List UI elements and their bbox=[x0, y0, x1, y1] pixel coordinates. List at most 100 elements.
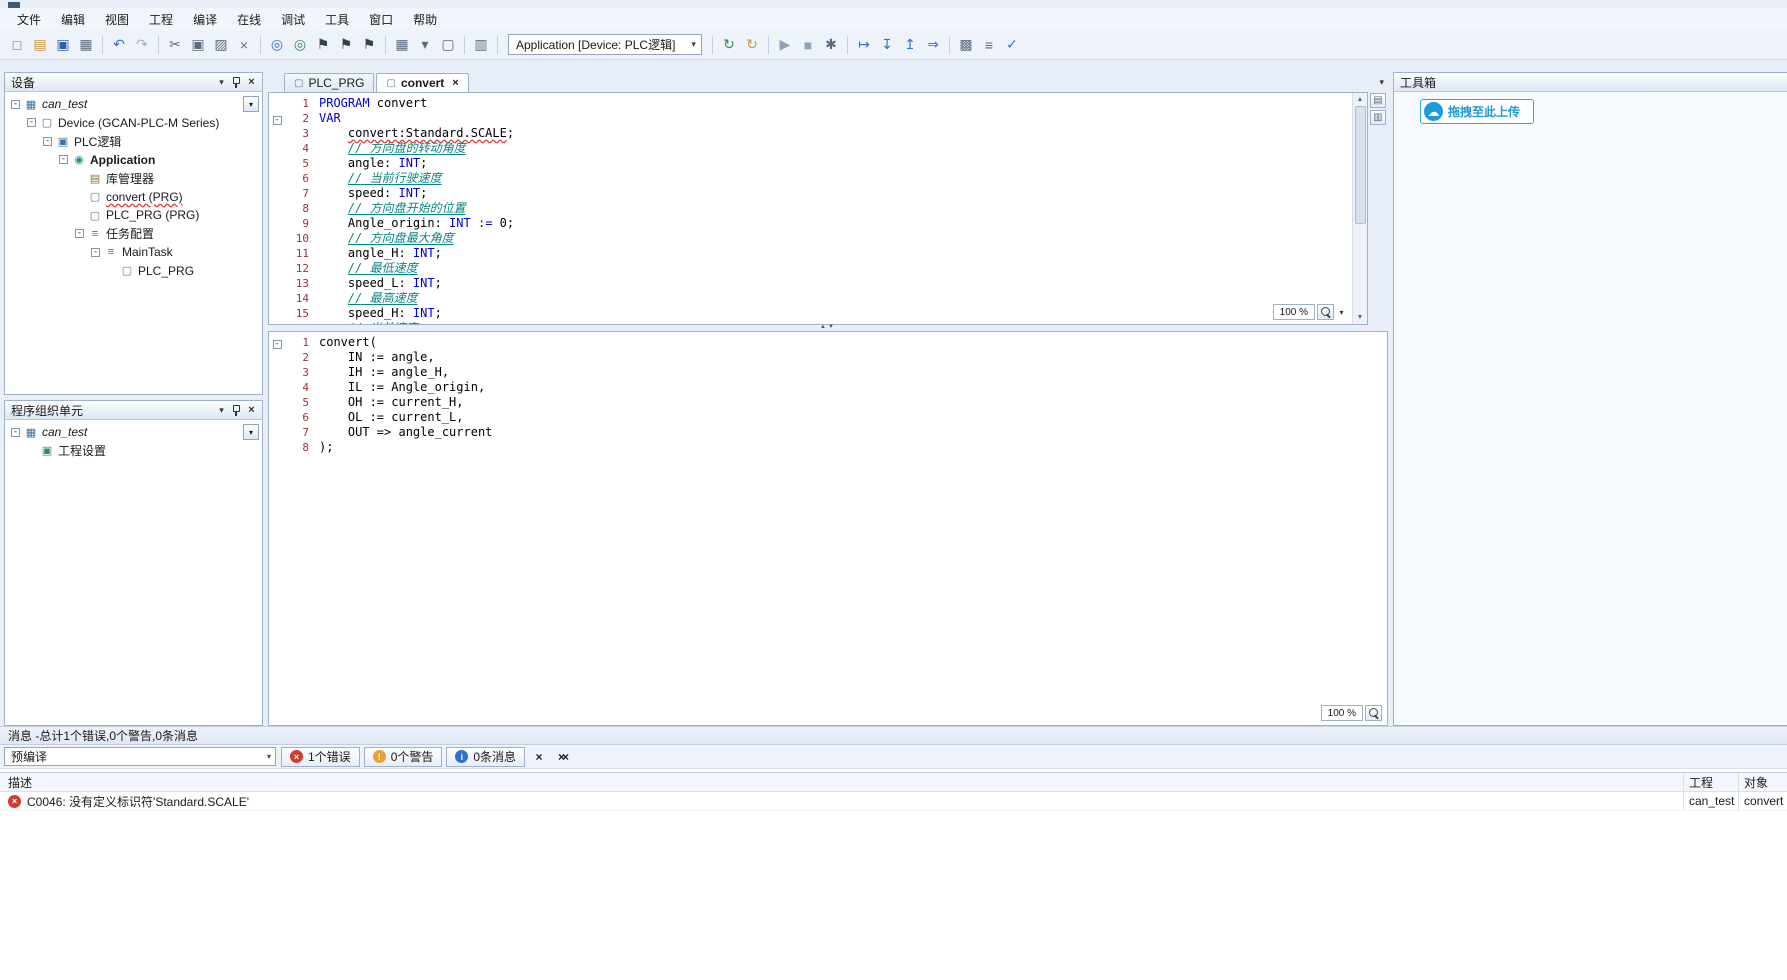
panel-menu-icon[interactable]: ▾ bbox=[214, 403, 229, 418]
fold-toggle-icon[interactable]: - bbox=[269, 111, 285, 126]
device-node-plc-prg[interactable]: ▢PLC_PRG (PRG) bbox=[5, 206, 262, 225]
step-out-icon[interactable]: ↥ bbox=[899, 34, 921, 56]
fold-toggle-icon[interactable]: - bbox=[269, 335, 285, 350]
insert-table-icon[interactable]: ▦ bbox=[391, 34, 413, 56]
tabular-view-icon[interactable]: ▥ bbox=[1370, 110, 1386, 125]
prev-bookmark-icon[interactable]: ⚑ bbox=[358, 34, 380, 56]
clear-message-icon[interactable]: × bbox=[530, 748, 548, 766]
stop-icon[interactable]: ■ bbox=[797, 34, 819, 56]
tab-convert[interactable]: ▢convert× bbox=[376, 73, 468, 92]
device-node-application[interactable]: -◉Application bbox=[5, 151, 262, 170]
menu-item-1[interactable]: 编辑 bbox=[52, 9, 94, 30]
device-node-library-manager[interactable]: ▤库管理器 bbox=[5, 169, 262, 188]
upload-here-button[interactable]: ☁ 拖拽至此上传 bbox=[1420, 99, 1534, 124]
tree-node-dropdown-icon[interactable]: ▾ bbox=[243, 424, 259, 440]
scrollbar-thumb[interactable] bbox=[1355, 106, 1366, 224]
textual-view-icon[interactable]: ▤ bbox=[1370, 93, 1386, 108]
tree-node-dropdown-icon[interactable]: ▾ bbox=[243, 96, 259, 112]
start-icon[interactable]: ▶ bbox=[774, 34, 796, 56]
scroll-up-icon[interactable]: ▲ bbox=[1357, 93, 1364, 106]
menu-item-2[interactable]: 视图 bbox=[96, 9, 138, 30]
messages-summary-bar[interactable]: 消息 -总计1个错误,0个警告,0条消息 bbox=[0, 726, 1787, 745]
cut-icon[interactable]: ✂ bbox=[164, 34, 186, 56]
step-into-icon[interactable]: ↧ bbox=[876, 34, 898, 56]
menu-item-8[interactable]: 窗口 bbox=[360, 9, 402, 30]
device-node-device[interactable]: -▢Device (GCAN-PLC-M Series) bbox=[5, 114, 262, 133]
pin-icon[interactable] bbox=[229, 75, 244, 90]
tab-list-dropdown-icon[interactable]: ▾ bbox=[1379, 77, 1384, 88]
declaration-code[interactable]: 1PROGRAM convert-2VAR3 convert:Standard.… bbox=[269, 93, 1351, 324]
device-node-plc-logic[interactable]: -▣PLC逻辑 bbox=[5, 132, 262, 151]
new-file-icon[interactable]: □ bbox=[6, 34, 28, 56]
column-header-description[interactable]: 描述 bbox=[0, 773, 1684, 791]
device-node-task-configuration[interactable]: -≡任务配置 bbox=[5, 225, 262, 244]
scrollbar-track[interactable] bbox=[1353, 106, 1367, 311]
step-over-icon[interactable]: ↦ bbox=[853, 34, 875, 56]
messages-filter-button[interactable]: i0条消息 bbox=[446, 747, 525, 767]
menu-item-3[interactable]: 工程 bbox=[140, 9, 182, 30]
undo-icon[interactable]: ↶ bbox=[108, 34, 130, 56]
scroll-down-icon[interactable]: ▼ bbox=[1357, 311, 1364, 324]
magnifier-icon[interactable] bbox=[1365, 705, 1382, 721]
menu-item-6[interactable]: 调试 bbox=[272, 9, 314, 30]
implementation-code[interactable]: -1convert(2 IN := angle,3 IH := angle_H,… bbox=[269, 332, 1387, 725]
menu-item-7[interactable]: 工具 bbox=[316, 9, 358, 30]
force-values-icon[interactable]: ▩ bbox=[955, 34, 977, 56]
message-row[interactable]: ×C0046: 没有定义标识符'Standard.SCALE'can_testc… bbox=[0, 792, 1787, 811]
run-to-cursor-icon[interactable]: ⇒ bbox=[922, 34, 944, 56]
minus-box-icon[interactable]: - bbox=[273, 116, 282, 125]
device-node-can-test[interactable]: -▦can_test▾ bbox=[5, 95, 262, 114]
tree-expander-icon[interactable]: - bbox=[27, 118, 36, 127]
write-values-icon[interactable]: ≡ bbox=[978, 34, 1000, 56]
insert-frame-icon[interactable]: ▢ bbox=[437, 34, 459, 56]
menu-item-0[interactable]: 文件 bbox=[8, 9, 50, 30]
device-node-maintask[interactable]: -≡MainTask bbox=[5, 243, 262, 262]
message-category-select[interactable]: 预编译 ▾ bbox=[4, 747, 276, 766]
delete-icon[interactable]: × bbox=[233, 34, 255, 56]
redo-icon[interactable]: ↷ bbox=[131, 34, 153, 56]
pou-node-can-test[interactable]: -▦can_test▾ bbox=[5, 423, 262, 442]
build-calendar-icon[interactable]: ▥ bbox=[470, 34, 492, 56]
pin-icon[interactable] bbox=[229, 403, 244, 418]
panel-menu-icon[interactable]: ▾ bbox=[214, 75, 229, 90]
zoom-level[interactable]: 100 % bbox=[1321, 705, 1363, 721]
device-node-convert-prg[interactable]: ▢convert (PRG) bbox=[5, 188, 262, 207]
tab-plc-prg[interactable]: ▢PLC_PRG bbox=[284, 73, 374, 92]
column-header-project[interactable]: 工程 bbox=[1684, 773, 1739, 791]
tree-expander-icon[interactable]: - bbox=[91, 248, 100, 257]
copy-icon[interactable]: ▣ bbox=[187, 34, 209, 56]
insert-combo-icon[interactable]: ▾ bbox=[414, 34, 436, 56]
generate-code-icon[interactable]: ↻ bbox=[741, 34, 763, 56]
menu-item-9[interactable]: 帮助 bbox=[404, 9, 446, 30]
device-node-plc-prg-call[interactable]: ▢PLC_PRG bbox=[5, 262, 262, 281]
login-icon[interactable]: ✱ bbox=[820, 34, 842, 56]
zoom-dropdown-icon[interactable]: ▾ bbox=[1336, 304, 1347, 320]
paste-icon[interactable]: ▨ bbox=[210, 34, 232, 56]
tree-expander-icon[interactable]: - bbox=[59, 155, 68, 164]
menu-item-4[interactable]: 编译 bbox=[184, 9, 226, 30]
tab-close-icon[interactable]: × bbox=[452, 77, 458, 89]
pou-node-project-settings[interactable]: ▣工程设置 bbox=[5, 442, 262, 461]
column-header-object[interactable]: 对象 bbox=[1739, 773, 1787, 791]
warnings-filter-button[interactable]: !0个警告 bbox=[364, 747, 443, 767]
magnifier-icon[interactable] bbox=[1317, 304, 1334, 320]
print-icon[interactable]: ▦ bbox=[75, 34, 97, 56]
bookmark-icon[interactable]: ⚑ bbox=[312, 34, 334, 56]
monitoring-icon[interactable]: ✓ bbox=[1001, 34, 1023, 56]
save-icon[interactable]: ▣ bbox=[52, 34, 74, 56]
active-application-selector[interactable]: Application [Device: PLC逻辑]▾ bbox=[508, 34, 702, 55]
open-file-icon[interactable]: ▤ bbox=[29, 34, 51, 56]
close-icon[interactable]: × bbox=[244, 403, 259, 418]
zoom-level[interactable]: 100 % bbox=[1273, 304, 1315, 320]
errors-filter-button[interactable]: ×1个错误 bbox=[281, 747, 360, 767]
tree-expander-icon[interactable]: - bbox=[11, 428, 20, 437]
find-replace-icon[interactable]: ◎ bbox=[289, 34, 311, 56]
declaration-editor[interactable]: 1PROGRAM convert-2VAR3 convert:Standard.… bbox=[268, 92, 1368, 325]
tree-expander-icon[interactable]: - bbox=[11, 100, 20, 109]
next-bookmark-icon[interactable]: ⚑ bbox=[335, 34, 357, 56]
implementation-editor[interactable]: -1convert(2 IN := angle,3 IH := angle_H,… bbox=[268, 331, 1388, 726]
menu-item-5[interactable]: 在线 bbox=[228, 9, 270, 30]
tree-expander-icon[interactable]: - bbox=[43, 137, 52, 146]
compile-icon[interactable]: ↻ bbox=[718, 34, 740, 56]
clear-all-messages-icon[interactable]: ×× bbox=[553, 748, 571, 766]
